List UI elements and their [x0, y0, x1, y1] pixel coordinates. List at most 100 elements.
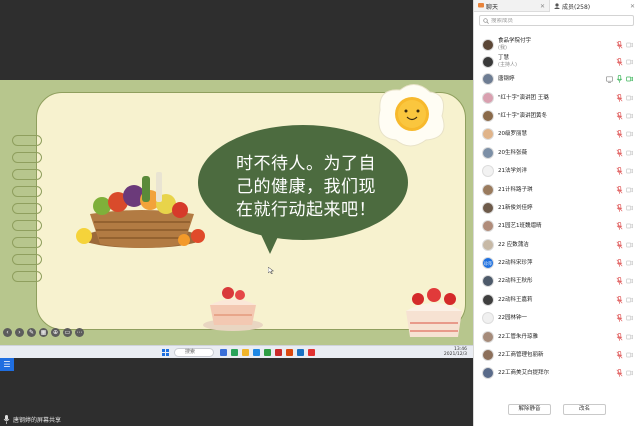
camera-off-icon[interactable] [626, 333, 633, 341]
microphone-muted-icon[interactable] [616, 185, 623, 194]
subtitle-icon[interactable]: ▭ [63, 327, 72, 337]
microphone-muted-icon[interactable] [616, 277, 623, 286]
windows-start-icon[interactable] [162, 349, 169, 356]
panel-tabs: 聊天 ✕ 成员(258) ✕ [474, 0, 639, 12]
camera-off-icon[interactable] [626, 351, 633, 359]
member-row[interactable]: 21新俊刘佳婷 [474, 199, 639, 217]
member-row[interactable]: 21法学刘洋 [474, 162, 639, 180]
taskbar-app-icon[interactable] [264, 349, 271, 356]
microphone-muted-icon[interactable] [616, 314, 623, 323]
avatar [482, 201, 494, 214]
taskbar-search-box[interactable]: 搜索 [174, 348, 214, 357]
member-row[interactable]: "红十字"演讲团黄冬 [474, 107, 639, 125]
camera-off-icon[interactable] [626, 222, 633, 230]
camera-off-icon[interactable] [626, 167, 633, 175]
taskbar-clock: 13:46 2021/12/3 [443, 347, 467, 357]
camera-off-icon[interactable] [626, 186, 633, 194]
rename-button[interactable]: 改名 [563, 404, 606, 415]
tab-chat[interactable]: 聊天 ✕ [474, 0, 550, 12]
microphone-muted-icon[interactable] [616, 167, 623, 175]
microphone-muted-icon[interactable] [616, 295, 623, 304]
microphone-muted-icon[interactable] [616, 40, 623, 49]
microphone-muted-icon[interactable] [616, 93, 623, 102]
microphone-muted-icon[interactable] [616, 130, 623, 139]
member-role: (我) [498, 45, 507, 51]
member-row[interactable]: 20级罗丽慧 [474, 125, 639, 143]
close-icon[interactable]: ✕ [630, 3, 635, 10]
member-name: "红十字"演讲团 王璐 [498, 94, 549, 101]
taskbar-folder-icon[interactable] [242, 349, 249, 356]
camera-off-icon[interactable] [626, 204, 633, 212]
unmute-all-button[interactable]: 解除静音 [508, 404, 551, 415]
camera-off-icon[interactable] [626, 149, 633, 157]
camera-off-icon[interactable] [626, 130, 633, 138]
taskbar-powerpoint-icon[interactable] [286, 349, 293, 356]
camera-off-icon[interactable] [626, 296, 633, 304]
avatar [482, 349, 494, 362]
camera-off-icon[interactable] [626, 112, 633, 120]
taskbar-app-icon[interactable] [297, 349, 304, 356]
member-row[interactable]: 唐钢婷 [474, 70, 639, 88]
notebook-ring [12, 203, 42, 214]
microphone-muted-icon[interactable] [616, 148, 623, 157]
microphone-muted-icon[interactable] [616, 222, 623, 231]
zoom-icon[interactable]: ⊕ [51, 327, 60, 337]
microphone-muted-icon[interactable] [616, 240, 623, 249]
member-row[interactable]: 22工管朱丹琼雅 [474, 327, 639, 345]
member-row[interactable]: 22工商管理包丽新 [474, 346, 639, 364]
camera-off-icon[interactable] [626, 277, 633, 285]
microphone-muted-icon[interactable] [616, 369, 623, 378]
camera-icon[interactable] [626, 75, 633, 83]
camera-off-icon[interactable] [626, 41, 633, 49]
member-row[interactable]: 食品学院付宇 (我) [474, 36, 639, 53]
cake-illustration [203, 287, 263, 331]
member-row[interactable]: 20生科张薇 [474, 144, 639, 162]
next-slide-icon[interactable]: › [15, 327, 24, 337]
microphone-muted-icon[interactable] [616, 57, 623, 66]
camera-off-icon[interactable] [626, 241, 633, 249]
member-search-input[interactable] [491, 17, 621, 24]
grid-view-icon[interactable]: ▦ [39, 327, 48, 337]
close-icon[interactable]: ✕ [540, 3, 545, 10]
taskbar-app-icon[interactable] [220, 349, 227, 356]
camera-off-icon[interactable] [626, 369, 633, 377]
member-search-box [479, 15, 634, 26]
microphone-muted-icon[interactable] [616, 259, 623, 267]
taskbar-edge-icon[interactable] [253, 349, 260, 356]
member-name: 20级罗丽慧 [498, 131, 527, 138]
microphone-icon[interactable] [616, 75, 623, 83]
avatar [482, 275, 494, 288]
member-row[interactable]: 22工商美艾白提拜尔 [474, 364, 639, 382]
microphone-icon [3, 415, 10, 424]
member-row[interactable]: 丁慧 (主持人) [474, 53, 639, 70]
member-row[interactable]: 22园林钟一 [474, 309, 639, 327]
notebook-ring [12, 271, 42, 282]
microphone-muted-icon[interactable] [616, 332, 623, 341]
taskbar-app-icon[interactable] [231, 349, 238, 356]
member-row[interactable]: 22 应数蒲洁 [474, 236, 639, 254]
tab-members[interactable]: 成员(258) ✕ [550, 0, 639, 12]
notebook-ring [12, 237, 42, 248]
member-row[interactable]: 21园艺1班魏熠晴 [474, 217, 639, 235]
prev-slide-icon[interactable]: ‹ [3, 327, 12, 337]
windows-taskbar: 搜索 13:46 2021/12/3 [0, 345, 473, 358]
camera-off-icon[interactable] [626, 314, 633, 322]
pen-icon[interactable]: ✎ [27, 327, 36, 337]
microphone-muted-icon[interactable] [616, 203, 623, 212]
member-row[interactable]: 21计科路子琪 [474, 180, 639, 198]
camera-off-icon[interactable] [626, 94, 633, 102]
taskbar-app-icon[interactable] [308, 349, 315, 356]
member-name: 丁慧 [498, 55, 510, 61]
taskbar-app-icon[interactable] [275, 349, 282, 356]
microphone-muted-icon[interactable] [616, 351, 623, 359]
microphone-muted-icon[interactable] [616, 111, 623, 120]
camera-off-icon[interactable] [626, 58, 633, 66]
more-icon[interactable]: ⋯ [75, 327, 84, 337]
member-row[interactable]: 22动科王嘉莉 [474, 291, 639, 309]
member-row[interactable]: 珍萍 22动科宋珍萍 [474, 254, 639, 272]
list-menu-icon[interactable]: ☰ [0, 358, 14, 371]
member-row[interactable]: "红十字"演讲团 王璐 [474, 88, 639, 106]
camera-off-icon[interactable] [626, 259, 633, 267]
member-row[interactable]: 22动科王秋彤 [474, 272, 639, 290]
fruit-basket-illustration [76, 172, 205, 248]
